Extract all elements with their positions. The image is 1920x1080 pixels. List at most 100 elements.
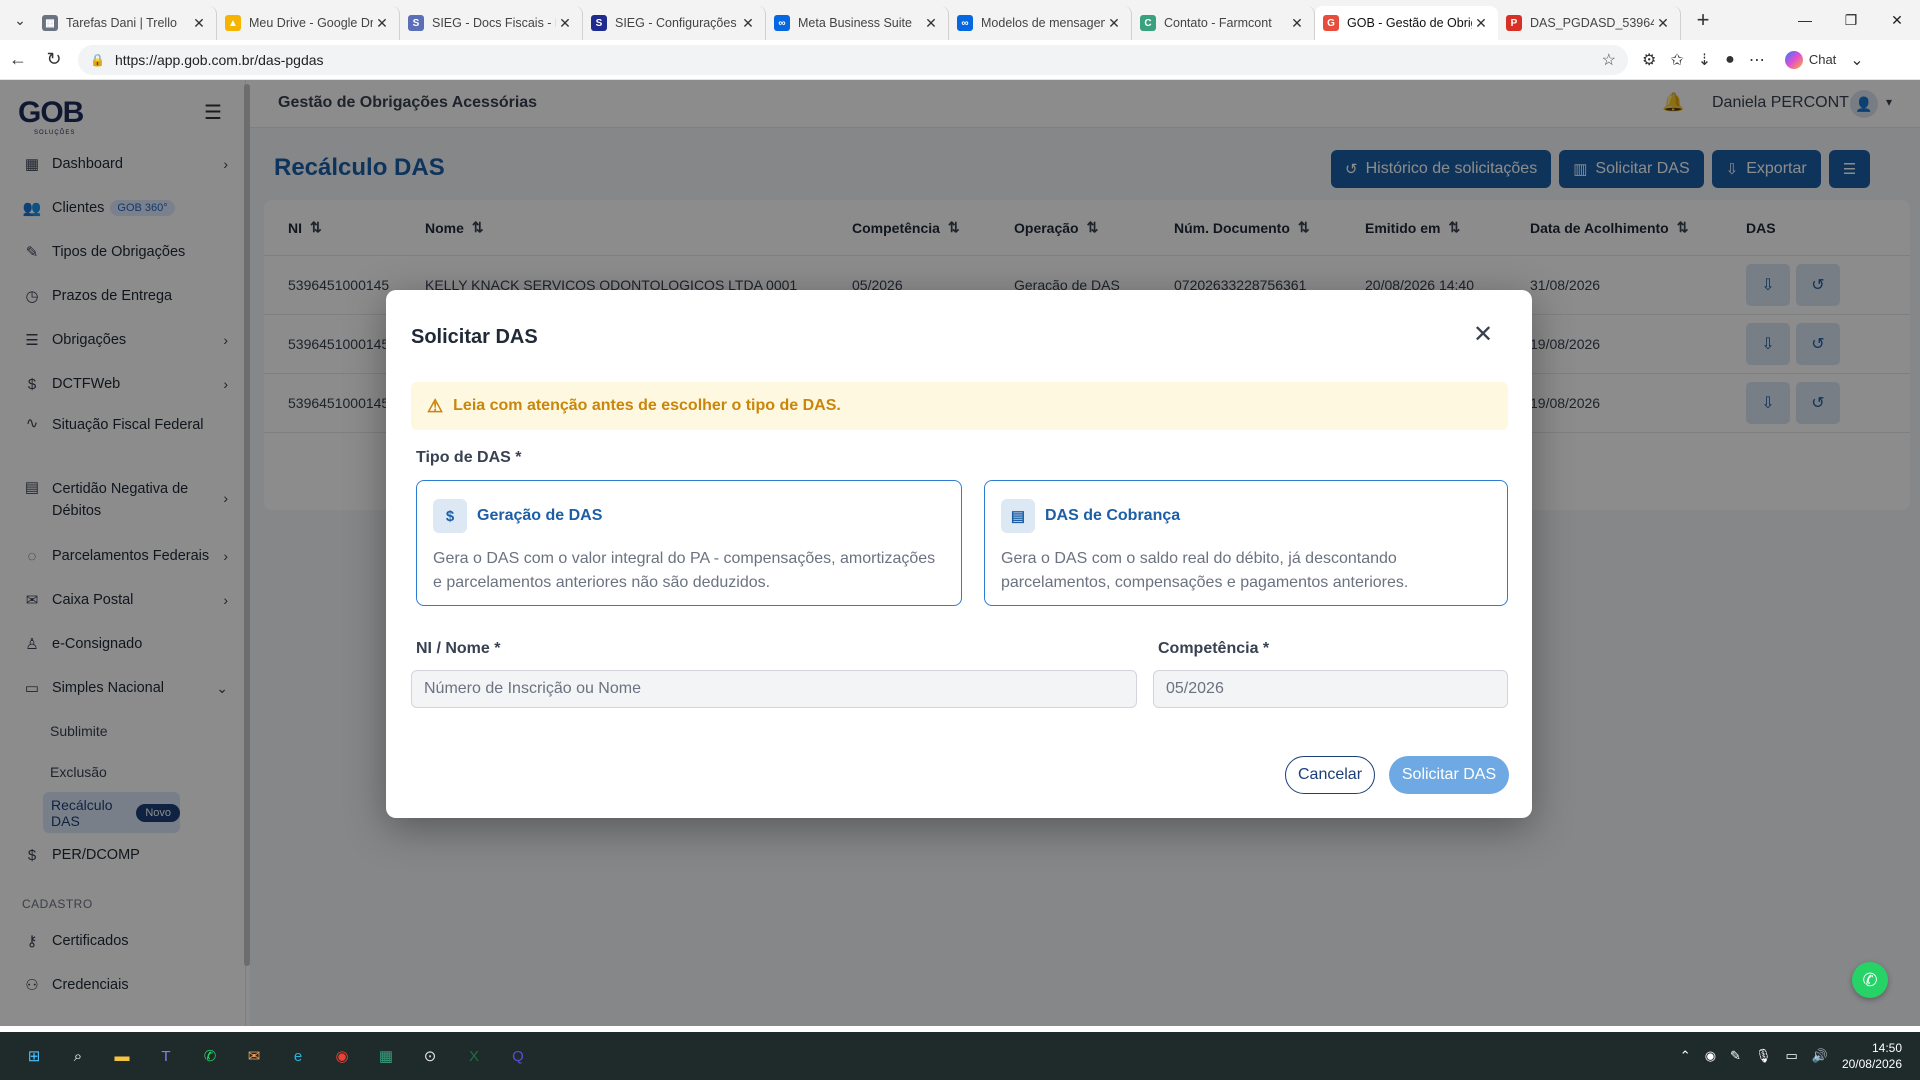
tab-close-icon[interactable]: ✕ (373, 15, 391, 32)
option-title: Geração de DAS (477, 507, 603, 524)
windows-taskbar: ⊞ ⌕ ▬ T ✆ ✉ e ◉ ▦ ⊙ X Q ⌃ ◉ ✎ 🎙 ▭ 🔊 14:50 20/08/202… (0, 1032, 1920, 1080)
url-field[interactable]: 🔒 https://app.gob.com.br/das-pgdas ☆ (78, 44, 1628, 75)
restore-button[interactable]: ❐ (1828, 0, 1874, 40)
more-options-icon[interactable]: ⋯ (1749, 50, 1765, 70)
favorites-icon[interactable]: ✩ (1670, 50, 1683, 70)
start-icon[interactable]: ⊞ (18, 1040, 50, 1072)
tab-favicon-icon: S (591, 15, 607, 31)
browser-tab[interactable]: G GOB - Gestão de Obrigações✕ (1315, 6, 1498, 40)
tab-actions-icon[interactable]: ⌄ (6, 6, 34, 34)
reload-button[interactable]: ↻ (36, 42, 72, 78)
option-das-cobranca[interactable]: ▤ DAS de Cobrança Gera o DAS com o saldo … (984, 480, 1508, 606)
file-explorer-icon[interactable]: ▬ (106, 1040, 138, 1072)
ni-nome-label: NI / Nome * (416, 640, 501, 657)
calculator-icon[interactable]: ▦ (370, 1040, 402, 1072)
window-controls: — ❐ ✕ (1782, 0, 1920, 40)
tab-title: Meta Business Suite (798, 16, 912, 30)
warning-alert: ⚠ Leia com atenção antes de escolher o t… (411, 382, 1508, 430)
tab-close-icon[interactable]: ✕ (922, 15, 940, 32)
modal-title: Solicitar DAS (411, 326, 538, 348)
microphone-icon[interactable]: 🎙 (1755, 1048, 1772, 1064)
browser-toolbar: ⚙ ✩ ⇣ ● ⋯ Chat ⌄ (1642, 50, 1864, 70)
tab-title: Modelos de mensagem (981, 16, 1105, 30)
whatsapp-float-icon[interactable]: ✆ (1852, 962, 1888, 998)
receipt-icon: ▤ (1001, 499, 1035, 533)
close-icon[interactable]: ✕ (1473, 320, 1493, 349)
edge-icon[interactable]: e (282, 1040, 314, 1072)
sidebar-toggle-icon[interactable]: ⌄ (1850, 50, 1863, 70)
back-button[interactable]: ← (0, 42, 36, 78)
browser-tab[interactable]: S SIEG - Configurações ✕ (583, 6, 766, 40)
tab-close-icon[interactable]: ✕ (1105, 15, 1123, 32)
browser-tab[interactable]: S SIEG - Docs Fiscais - Dev✕ (400, 6, 583, 40)
tab-close-icon[interactable]: ✕ (1472, 15, 1490, 32)
ni-nome-input[interactable]: Número de Inscrição ou Nome (411, 670, 1137, 708)
document-icon: $ (433, 499, 467, 533)
chrome-icon[interactable]: ◉ (326, 1040, 358, 1072)
warning-text: Leia com atenção antes de escolher o tip… (453, 397, 841, 414)
tab-list: ▦ Tarefas Dani | Trello ✕ ▲ Meu Drive - Goog… (34, 0, 1681, 40)
cancel-button[interactable]: Cancelar (1285, 756, 1375, 794)
option-geracao-das[interactable]: $ Geração de DAS Gera o DAS com o valor i… (416, 480, 962, 606)
new-tab-button[interactable]: + (1687, 7, 1719, 33)
pen-icon[interactable]: ✎ (1730, 1048, 1741, 1064)
option-description: Gera o DAS com o valor integral do PA - … (433, 550, 936, 591)
site-info-icon[interactable]: 🔒 (90, 53, 105, 67)
network-icon[interactable]: ▭ (1785, 1048, 1797, 1064)
clock[interactable]: 14:50 20/08/2026 (1842, 1040, 1902, 1072)
chat-app-icon[interactable]: ✉ (238, 1040, 270, 1072)
teams-icon[interactable]: T (150, 1040, 182, 1072)
app-icon[interactable]: Q (502, 1040, 534, 1072)
extensions-icon[interactable]: ⚙ (1642, 50, 1656, 70)
browser-tab[interactable]: ▲ Meu Drive - Google Drive✕ (217, 6, 400, 40)
tab-close-icon[interactable]: ✕ (1288, 15, 1306, 32)
tab-title: SIEG - Docs Fiscais - Dev (432, 16, 556, 30)
downloads-icon[interactable]: ⇣ (1698, 50, 1711, 70)
browser-tab[interactable]: ∞ Meta Business Suite ✕ (766, 6, 949, 40)
option-title: DAS de Cobrança (1045, 507, 1181, 524)
address-bar-row: ← ↻ 🔒 https://app.gob.com.br/das-pgdas ☆… (0, 40, 1920, 80)
lock-app-icon[interactable]: ⊙ (414, 1040, 446, 1072)
tab-favicon-icon: ∞ (774, 15, 790, 31)
taskbar-apps: ⊞ ⌕ ▬ T ✆ ✉ e ◉ ▦ ⊙ X Q (18, 1040, 534, 1072)
close-window-button[interactable]: ✕ (1874, 0, 1920, 40)
whatsapp-icon[interactable]: ✆ (194, 1040, 226, 1072)
competencia-label: Competência * (1158, 640, 1270, 657)
tab-favicon-icon: G (1323, 15, 1339, 31)
tab-title: Contato - Farmcont (1164, 16, 1272, 30)
url-text: https://app.gob.com.br/das-pgdas (114, 51, 324, 68)
tab-title: Tarefas Dani | Trello (66, 16, 177, 30)
clock-date: 20/08/2026 (1841, 1057, 1902, 1071)
tab-close-icon[interactable]: ✕ (556, 15, 574, 32)
browser-tab-bar: ⌄ ▦ Tarefas Dani | Trello ✕ ▲ Meu Drive - Go… (0, 0, 1920, 40)
browser-tab[interactable]: ▦ Tarefas Dani | Trello ✕ (34, 6, 217, 40)
tab-close-icon[interactable]: ✕ (1654, 15, 1672, 32)
browser-tab[interactable]: C Contato - Farmcont ✕ (1132, 6, 1315, 40)
tab-close-icon[interactable]: ✕ (739, 15, 757, 32)
excel-icon[interactable]: X (458, 1040, 490, 1072)
volume-icon[interactable]: 🔊 (1812, 1048, 1828, 1064)
ni-nome-placeholder: Número de Inscrição ou Nome (424, 680, 641, 697)
chrome-tray-icon[interactable]: ◉ (1705, 1048, 1716, 1064)
copilot-label: Chat (1808, 52, 1837, 67)
tab-favicon-icon: C (1140, 15, 1156, 31)
copilot-chat-button[interactable]: Chat (1784, 50, 1837, 69)
tab-favicon-icon: ∞ (957, 15, 973, 31)
option-description: Gera o DAS com o saldo real do débito, j… (1001, 550, 1409, 591)
competencia-value: 05/2026 (1166, 680, 1224, 697)
profile-icon[interactable]: ● (1725, 51, 1735, 69)
tab-favicon-icon: S (408, 15, 424, 31)
favorite-star-icon[interactable]: ☆ (1602, 50, 1616, 70)
minimize-button[interactable]: — (1782, 0, 1828, 40)
search-icon[interactable]: ⌕ (62, 1040, 94, 1072)
tab-close-icon[interactable]: ✕ (190, 15, 208, 32)
tray-expand-icon[interactable]: ⌃ (1680, 1048, 1691, 1064)
system-tray: ⌃ ◉ ✎ 🎙 ▭ 🔊 14:50 20/08/2026 (1680, 1032, 1902, 1080)
tab-title: SIEG - Configurações (615, 16, 737, 30)
browser-tab[interactable]: P DAS_PGDASD_5396451000145✕ (1498, 6, 1681, 40)
warning-icon: ⚠ (427, 395, 444, 416)
tab-title: DAS_PGDASD_5396451000145 (1530, 16, 1654, 30)
submit-solicitar-das-button[interactable]: Solicitar DAS (1389, 756, 1509, 794)
browser-tab[interactable]: ∞ Modelos de mensagem ✕ (949, 6, 1132, 40)
competencia-input[interactable]: 05/2026 (1153, 670, 1508, 708)
